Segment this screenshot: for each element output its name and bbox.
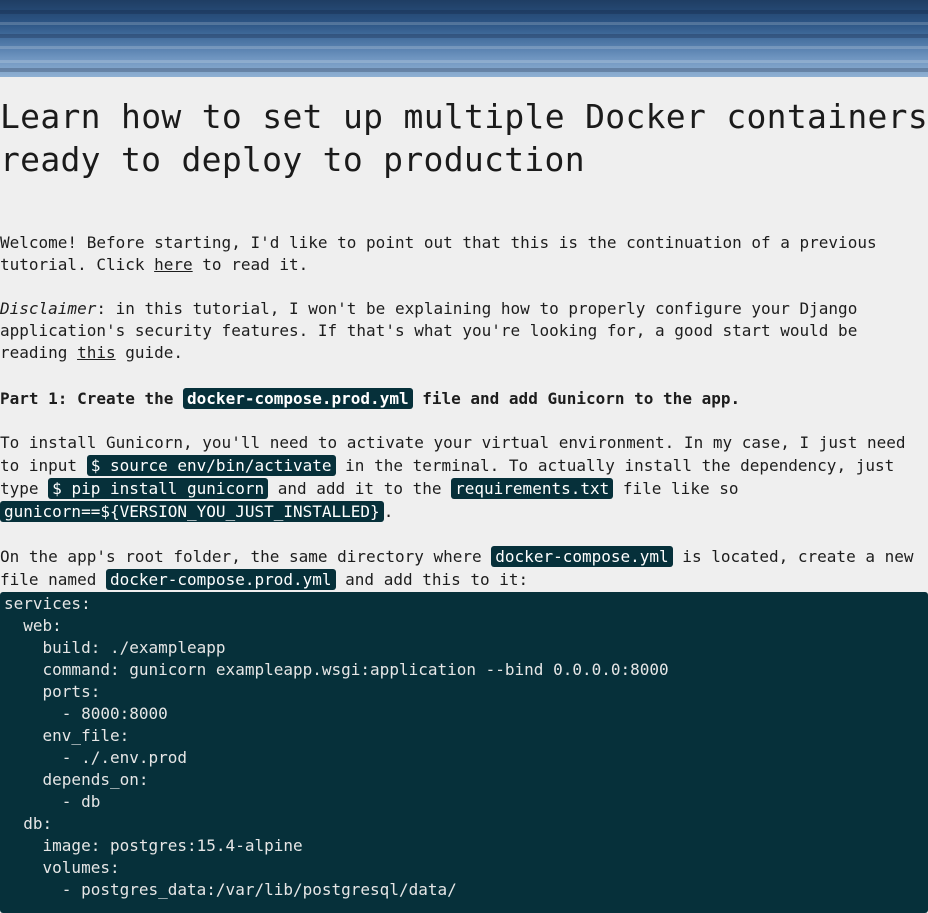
article-body: Welcome! Before starting, I'd like to po… — [0, 232, 928, 913]
inline-code: $ source env/bin/activate — [86, 455, 336, 476]
compose-paragraph: On the app's root folder, the same direc… — [0, 546, 914, 590]
guide-link[interactable]: this — [77, 343, 116, 362]
inline-code: gunicorn==${VERSION_YOU_JUST_INSTALLED} — [0, 501, 384, 522]
section-heading-part1: Part 1: Create the docker-compose.prod.y… — [0, 388, 741, 409]
install-paragraph: To install Gunicorn, you'll need to acti… — [0, 433, 906, 522]
header-banner-image — [0, 0, 928, 77]
inline-code: $ pip install gunicorn — [48, 478, 269, 499]
inline-code: docker-compose.prod.yml — [105, 569, 336, 590]
disclaimer-label: Disclaimer — [0, 299, 97, 318]
inline-code: docker-compose.prod.yml — [183, 388, 413, 409]
disclaimer-paragraph: Disclaimer: in this tutorial, I won't be… — [0, 299, 858, 362]
tutorial-link[interactable]: here — [154, 255, 193, 274]
inline-code: requirements.txt — [451, 478, 614, 499]
inline-code: docker-compose.yml — [491, 546, 673, 567]
intro-paragraph: Welcome! Before starting, I'd like to po… — [0, 233, 877, 274]
code-block[interactable]: services: web: build: ./exampleapp comma… — [0, 592, 928, 913]
page-title: Learn how to set up multiple Docker cont… — [0, 97, 928, 179]
